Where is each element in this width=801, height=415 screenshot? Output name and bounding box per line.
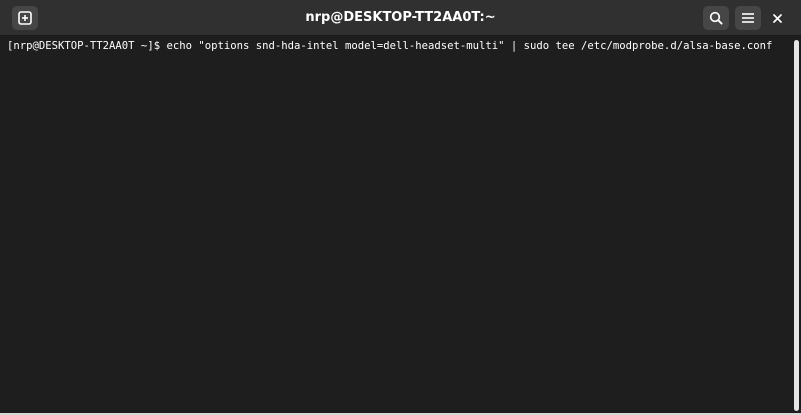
- menu-button[interactable]: [735, 6, 761, 30]
- hamburger-menu-icon: [742, 13, 754, 23]
- search-button[interactable]: [703, 6, 729, 30]
- shell-prompt: [nrp@DESKTOP-TT2AA0T ~]$: [7, 40, 167, 52]
- terminal-window: nrp@DESKTOP-TT2AA0T:~ [nrp@DESKTOP-TT2AA…: [0, 0, 801, 415]
- search-icon: [709, 11, 723, 25]
- scrollbar[interactable]: [793, 38, 801, 411]
- new-tab-button[interactable]: [12, 6, 38, 30]
- terminal-output[interactable]: [nrp@DESKTOP-TT2AA0T ~]$ echo "options s…: [0, 36, 801, 413]
- new-tab-icon: [18, 11, 32, 25]
- header-bar: nrp@DESKTOP-TT2AA0T:~: [0, 0, 801, 36]
- command-text: echo "options snd-hda-intel model=dell-h…: [166, 40, 773, 52]
- close-button[interactable]: [766, 7, 788, 29]
- close-icon: [772, 13, 782, 23]
- scrollbar-thumb[interactable]: [794, 40, 799, 411]
- window-title: nrp@DESKTOP-TT2AA0T:~: [305, 10, 496, 25]
- terminal-line: [nrp@DESKTOP-TT2AA0T ~]$ echo "options s…: [7, 39, 801, 53]
